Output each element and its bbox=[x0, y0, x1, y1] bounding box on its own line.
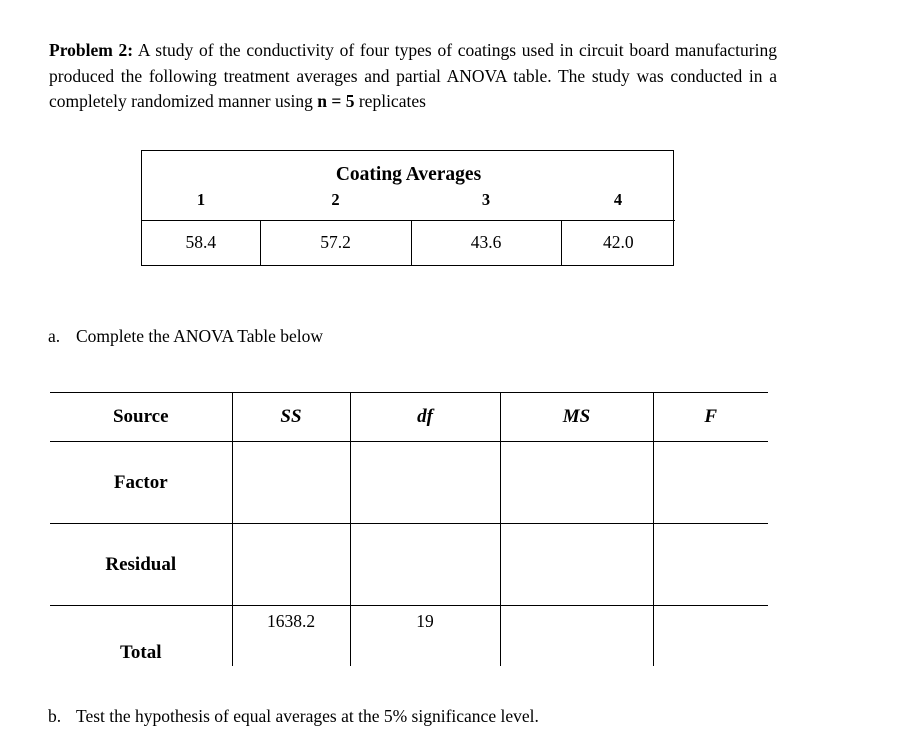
anova-header-ss: SS bbox=[231, 392, 350, 442]
coating-header-3: 3 bbox=[411, 189, 561, 221]
anova-total-label: Total bbox=[50, 605, 232, 666]
question-item-a: a. Complete the ANOVA Table below bbox=[48, 324, 323, 348]
item-b-text: Test the hypothesis of equal averages at… bbox=[76, 706, 539, 726]
problem-text-part2: replicates bbox=[354, 91, 426, 111]
anova-factor-f[interactable] bbox=[652, 441, 768, 524]
anova-residual-label: Residual bbox=[50, 523, 232, 606]
anova-total-df[interactable]: 19 bbox=[349, 605, 500, 666]
coating-value-3: 43.6 bbox=[411, 220, 562, 265]
anova-header-source: Source bbox=[50, 392, 232, 442]
problem-statement: Problem 2: A study of the conductivity o… bbox=[49, 38, 777, 115]
item-a-marker: a. bbox=[48, 326, 61, 346]
anova-header-df: df bbox=[349, 392, 500, 442]
anova-table: Source SS df MS F Factor Residual Total … bbox=[50, 392, 768, 666]
anova-factor-label: Factor bbox=[50, 441, 232, 524]
coating-averages-table: Coating Averages 1 2 3 4 58.4 57.2 43.6 … bbox=[141, 150, 676, 266]
question-item-b: b. Test the hypothesis of equal averages … bbox=[48, 704, 539, 728]
anova-residual-df[interactable] bbox=[349, 523, 500, 606]
anova-header-row: Source SS df MS F bbox=[50, 392, 768, 442]
anova-residual-ms[interactable] bbox=[499, 523, 653, 606]
coating-header-2: 2 bbox=[260, 189, 411, 221]
anova-factor-df[interactable] bbox=[349, 441, 500, 524]
anova-factor-ss[interactable] bbox=[231, 441, 350, 524]
problem-label: Problem 2: bbox=[49, 40, 134, 60]
anova-total-f[interactable] bbox=[652, 605, 768, 666]
anova-row-total: Total 1638.2 19 bbox=[50, 605, 768, 666]
coating-value-row: 58.4 57.2 43.6 42.0 bbox=[142, 220, 675, 265]
anova-residual-f[interactable] bbox=[652, 523, 768, 606]
anova-total-ms[interactable] bbox=[499, 605, 653, 666]
coating-table-title: Coating Averages bbox=[335, 164, 482, 185]
coating-value-4: 42.0 bbox=[602, 232, 634, 252]
anova-header-ms: MS bbox=[499, 392, 653, 442]
coating-header-1: 1 bbox=[142, 189, 260, 221]
anova-header-f: F bbox=[652, 392, 768, 442]
coating-header-4: 4 bbox=[561, 189, 676, 221]
coating-value-1: 58.4 bbox=[142, 220, 261, 265]
anova-row-residual: Residual bbox=[50, 523, 768, 606]
coating-title-row: Coating Averages bbox=[142, 151, 675, 189]
coating-value-2: 57.2 bbox=[260, 220, 412, 265]
anova-total-ss[interactable]: 1638.2 bbox=[231, 605, 350, 666]
item-b-marker: b. bbox=[48, 706, 62, 726]
anova-factor-ms[interactable] bbox=[499, 441, 653, 524]
item-a-text: Complete the ANOVA Table below bbox=[76, 326, 323, 346]
coating-header-row: 1 2 3 4 bbox=[142, 189, 676, 221]
problem-replicates-value: n = 5 bbox=[317, 91, 355, 111]
anova-row-factor: Factor bbox=[50, 441, 768, 524]
anova-residual-ss[interactable] bbox=[231, 523, 350, 606]
